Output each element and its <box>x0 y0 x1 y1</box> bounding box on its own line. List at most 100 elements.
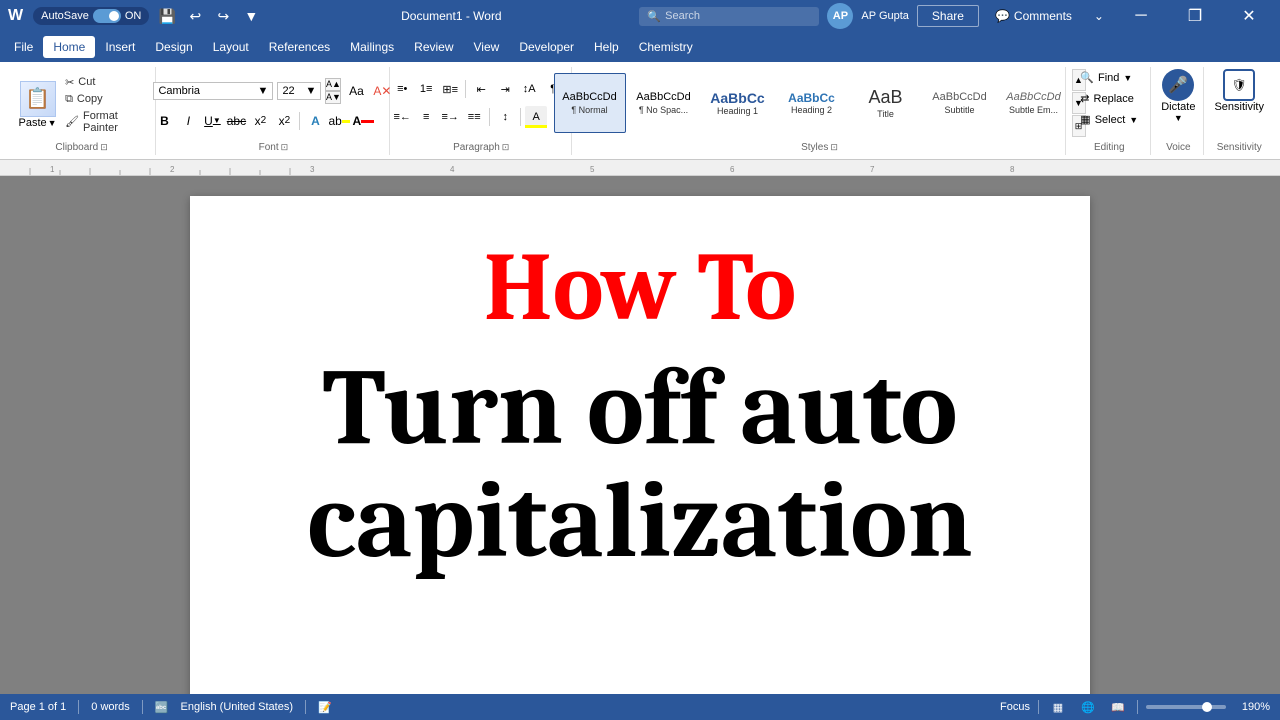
italic-button[interactable]: I <box>177 110 199 132</box>
save-icon[interactable]: 💾 <box>155 4 179 28</box>
style-title[interactable]: AaB Title <box>850 73 922 133</box>
menu-help[interactable]: Help <box>584 36 629 58</box>
subscript-button[interactable]: x2 <box>249 110 271 132</box>
print-layout-view-button[interactable]: ▦ <box>1047 696 1069 718</box>
user-avatar[interactable]: AP <box>827 3 853 29</box>
copy-icon: ⧉ <box>65 93 73 106</box>
justify-button[interactable]: ≡≡ <box>463 106 485 128</box>
menu-view[interactable]: View <box>464 36 510 58</box>
font-name-select[interactable]: Cambria ▼ <box>153 82 273 100</box>
status-left: Page 1 of 1 0 words 🔤 English (United St… <box>10 700 332 714</box>
underline-button[interactable]: U ▼ <box>201 110 223 132</box>
paragraph-expand-icon[interactable]: ⊡ <box>502 142 510 153</box>
menu-design[interactable]: Design <box>145 36 202 58</box>
undo-icon[interactable]: ↩ <box>183 4 207 28</box>
strikethrough-button[interactable]: abc <box>225 110 247 132</box>
format-painter-button[interactable]: 🖌 Format Painter <box>63 109 147 135</box>
read-mode-button[interactable]: 📖 <box>1107 696 1129 718</box>
style-subtitle[interactable]: AaBbCcDd Subtitle <box>924 73 996 133</box>
focus-button[interactable]: Focus <box>1000 701 1030 713</box>
minimize-button[interactable]: ─ <box>1118 0 1164 32</box>
style-heading2[interactable]: AaBbCc Heading 2 <box>776 73 848 133</box>
sort-button[interactable]: ↕A <box>518 78 540 100</box>
style-no-spacing[interactable]: AaBbCcDd ¶ No Spac... <box>628 73 700 133</box>
autosave-toggle[interactable] <box>93 9 121 23</box>
document-page: How To Turn off auto capitalization <box>190 196 1090 694</box>
font-size-increase-button[interactable]: A▲ <box>325 78 341 91</box>
menu-chemistry[interactable]: Chemistry <box>629 36 703 58</box>
text-highlight-button[interactable]: ab <box>328 110 350 132</box>
bullets-button[interactable]: ≡• <box>391 78 413 100</box>
search-box[interactable]: 🔍 Search <box>639 7 819 26</box>
font-name-dropdown-icon: ▼ <box>258 85 269 97</box>
paste-icon: 📋 <box>20 81 56 117</box>
sensitivity-button[interactable]: 🛡 Sensitivity <box>1214 69 1264 113</box>
font-expand-icon[interactable]: ⊡ <box>281 142 289 153</box>
autosave-badge[interactable]: AutoSave ON <box>33 7 149 25</box>
paste-button[interactable]: 📋 Paste ▼ <box>16 79 59 131</box>
sensitivity-label: Sensitivity <box>1214 101 1264 113</box>
style-subtitle-preview: AaBbCcDd <box>932 91 986 104</box>
title-bar-left: W AutoSave ON 💾 ↩ ↪ ▼ <box>8 4 263 28</box>
menu-home[interactable]: Home <box>43 36 95 58</box>
style-heading1[interactable]: AaBbCc Heading 1 <box>702 73 774 133</box>
menu-insert[interactable]: Insert <box>95 36 145 58</box>
shading-button[interactable]: A <box>525 106 547 128</box>
search-placeholder: Search <box>665 10 700 22</box>
redo-icon[interactable]: ↪ <box>211 4 235 28</box>
close-button[interactable]: ✕ <box>1226 0 1272 32</box>
numbering-button[interactable]: 1≡ <box>415 78 437 100</box>
word-count: 0 words <box>91 701 130 713</box>
cut-button[interactable]: ✂ Cut <box>63 75 147 90</box>
menu-references[interactable]: References <box>259 36 340 58</box>
font-size-select[interactable]: 22 ▼ <box>277 82 321 100</box>
comments-button[interactable]: 💬 Comments <box>987 6 1080 26</box>
word-logo-icon: W <box>8 7 23 25</box>
select-button[interactable]: ▦ Select ▼ <box>1076 111 1142 128</box>
copy-button[interactable]: ⧉ Copy <box>63 92 147 107</box>
align-left-button[interactable]: ≡← <box>391 106 413 128</box>
customize-quick-access-icon[interactable]: ▼ <box>239 4 263 28</box>
menu-review[interactable]: Review <box>404 36 463 58</box>
zoom-slider[interactable] <box>1146 705 1226 709</box>
menu-file[interactable]: File <box>4 36 43 58</box>
menu-mailings[interactable]: Mailings <box>340 36 404 58</box>
font-color-button[interactable]: A <box>352 110 374 132</box>
share-button[interactable]: Share <box>917 5 979 27</box>
font-size-value: 22 <box>282 85 294 97</box>
style-subtle-em[interactable]: AaBbCcDd Subtle Em... <box>998 73 1070 133</box>
web-layout-view-button[interactable]: 🌐 <box>1077 696 1099 718</box>
styles-expand-icon[interactable]: ⊡ <box>830 142 838 153</box>
ribbon-display-options-icon[interactable]: ⌄ <box>1088 7 1110 25</box>
dictate-icon: 🎤 <box>1162 69 1194 101</box>
superscript-button[interactable]: x2 <box>273 110 295 132</box>
sensitivity-group-label: Sensitivity <box>1217 142 1262 153</box>
find-icon: 🔍 <box>1080 71 1094 84</box>
bold-button[interactable]: B <box>153 110 175 132</box>
dictate-button[interactable]: 🎤 Dictate ▼ <box>1161 69 1195 123</box>
replace-button[interactable]: ⇄ Replace <box>1076 90 1142 107</box>
zoom-level[interactable]: 190% <box>1234 701 1270 713</box>
find-button[interactable]: 🔍 Find ▼ <box>1076 69 1142 86</box>
multilevel-list-button[interactable]: ⊞≡ <box>439 78 461 100</box>
sensitivity-group: 🛡 Sensitivity Sensitivity <box>1206 67 1272 155</box>
style-normal[interactable]: AaBbCcDd ¶ Normal <box>554 73 626 133</box>
autosave-label: AutoSave <box>41 10 89 22</box>
clear-formatting-button[interactable]: A✕ <box>371 80 393 102</box>
menu-developer[interactable]: Developer <box>509 36 584 58</box>
align-right-button[interactable]: ≡→ <box>439 106 461 128</box>
style-heading2-label: Heading 2 <box>791 105 832 115</box>
font-size-decrease-button[interactable]: A▼ <box>325 91 341 104</box>
clipboard-expand-icon[interactable]: ⊡ <box>100 142 108 153</box>
proofing-icon: 📝 <box>318 701 332 714</box>
line-spacing-button[interactable]: ↕ <box>494 106 516 128</box>
change-case-button[interactable]: Aa <box>345 80 367 102</box>
align-center-button[interactable]: ≡ <box>415 106 437 128</box>
decrease-indent-button[interactable]: ⇤ <box>470 78 492 100</box>
restore-button[interactable]: ❐ <box>1172 0 1218 32</box>
comment-icon: 💬 <box>995 9 1010 23</box>
quick-access-toolbar: 💾 ↩ ↪ ▼ <box>155 4 263 28</box>
menu-layout[interactable]: Layout <box>203 36 259 58</box>
increase-indent-button[interactable]: ⇥ <box>494 78 516 100</box>
text-effects-button[interactable]: A <box>304 110 326 132</box>
